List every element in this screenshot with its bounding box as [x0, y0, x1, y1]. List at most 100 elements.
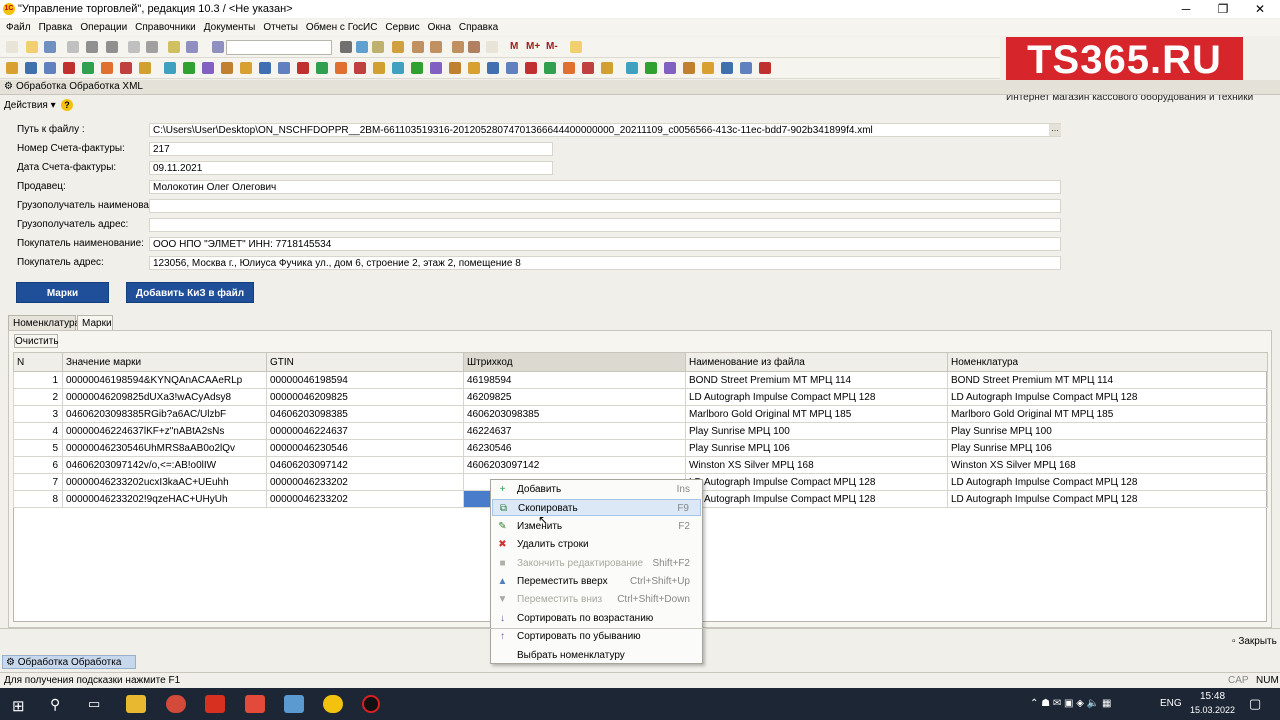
table-cell[interactable]: BOND Street Premium MT МРЦ 114 [947, 371, 1268, 389]
toolbar-button-icon[interactable] [44, 62, 56, 74]
toolbar-button-icon[interactable] [67, 41, 79, 53]
toolbar-button-icon[interactable] [106, 41, 118, 53]
toolbar-button-icon[interactable] [740, 62, 752, 74]
toolbar-button-icon[interactable] [120, 62, 132, 74]
toolbar-button-icon[interactable] [582, 62, 594, 74]
toolbar-button-icon[interactable] [506, 62, 518, 74]
menu-item[interactable]: Сервис [385, 19, 419, 36]
menu-item[interactable]: Справочники [135, 19, 196, 36]
context-menu-item[interactable]: + Добавить Ins [492, 481, 701, 498]
memory-mplus-button[interactable]: M+ [526, 41, 540, 52]
table-row[interactable]: 2 00000046209825dUXa3!wACyAdsy8 0000004620… [13, 388, 1268, 406]
field-input[interactable]: 09.11.2021 [149, 161, 553, 175]
menu-item[interactable]: Справка [459, 19, 498, 36]
field-input[interactable] [149, 199, 1061, 213]
toolbar-button-icon[interactable] [44, 41, 56, 53]
table-cell[interactable]: LD Autograph Impulse Compact МРЦ 128 [685, 490, 948, 508]
toolbar-button-icon[interactable] [168, 41, 180, 53]
table-cell[interactable]: LD Autograph Impulse Compact МРЦ 128 [947, 388, 1268, 406]
toolbar-button-icon[interactable] [372, 41, 384, 53]
windows-start-icon[interactable]: ⊞ [12, 697, 25, 715]
toolbar-button-icon[interactable] [683, 62, 695, 74]
toolbar-button-icon[interactable] [25, 62, 37, 74]
toolbar-button-icon[interactable] [164, 62, 176, 74]
toolbar-button-icon[interactable] [259, 62, 271, 74]
toolbar-button-icon[interactable] [544, 62, 556, 74]
toolbar-button-icon[interactable] [101, 62, 113, 74]
toolbar-button-icon[interactable] [412, 41, 424, 53]
toolbar-button-icon[interactable] [146, 41, 158, 53]
toolbar-button-icon[interactable] [721, 62, 733, 74]
tray-icons[interactable]: ⌃ ☗ ✉ ▣ ◈ 🔈 ▦ [1030, 698, 1111, 709]
toolbar-button-icon[interactable] [664, 62, 676, 74]
table-cell[interactable]: LD Autograph Impulse Compact МРЦ 128 [685, 388, 948, 406]
tray-language[interactable]: ENG [1160, 698, 1182, 709]
table-cell[interactable]: 00000046230546 [266, 439, 464, 457]
menu-item[interactable]: Операции [80, 19, 127, 36]
table-cell[interactable]: BOND Street Premium MT МРЦ 114 [685, 371, 948, 389]
context-menu-item[interactable]: Выбрать номенклатуру [492, 647, 701, 664]
toolbar-button-icon[interactable] [240, 62, 252, 74]
field-input[interactable]: 123056, Москва г., Юлиуса Фучика ул., до… [149, 256, 1061, 270]
table-cell[interactable]: 04606203097142 [266, 456, 464, 474]
memory-m-button[interactable]: M [510, 41, 518, 52]
context-menu-item[interactable]: ▲ Переместить вверх Ctrl+Shift+Up [492, 573, 701, 590]
toolbar-button-icon[interactable] [278, 62, 290, 74]
context-menu-item[interactable]: ↑ Сортировать по убыванию [492, 628, 701, 645]
toolbar-button-icon[interactable] [82, 62, 94, 74]
toolbar-button-icon[interactable] [186, 41, 198, 53]
toolbar-button-icon[interactable] [202, 62, 214, 74]
table-cell[interactable]: 00000046198594&KYNQAnACAAeRLp [62, 371, 267, 389]
table-cell[interactable]: Play Sunrise МРЦ 106 [947, 439, 1268, 457]
column-header[interactable]: Штрихкод [463, 352, 686, 372]
toolbar-button-icon[interactable] [430, 41, 442, 53]
menu-item[interactable]: Обмен с ГосИС [306, 19, 378, 36]
toolbar-button-icon[interactable] [356, 41, 368, 53]
maximize-button[interactable]: ❐ [1205, 0, 1241, 18]
column-header[interactable]: N [13, 352, 63, 372]
toolbar-button-icon[interactable] [6, 62, 18, 74]
close-form-button[interactable]: ▫ Закрыть [1232, 636, 1277, 647]
toolbar-button-icon[interactable] [430, 62, 442, 74]
tab-marks[interactable]: Марки [77, 315, 113, 330]
table-cell[interactable]: 00000046209825 [266, 388, 464, 406]
tray-time[interactable]: 15:48 [1200, 691, 1225, 702]
table-cell[interactable]: LD Autograph Impulse Compact МРЦ 128 [947, 473, 1268, 491]
toolbar-button-icon[interactable] [601, 62, 613, 74]
search-icon[interactable]: ⚲ [50, 696, 60, 713]
table-cell[interactable]: Marlboro Gold Original MT МРЦ 185 [947, 405, 1268, 423]
toolbar-button-icon[interactable] [570, 41, 582, 53]
field-input[interactable]: 217 [149, 142, 553, 156]
recorder-icon[interactable] [362, 695, 380, 713]
column-header[interactable]: Значение марки [62, 352, 267, 372]
toolbar-button-icon[interactable] [759, 62, 771, 74]
chrome-icon[interactable] [166, 695, 186, 713]
toolbar-search-input[interactable] [226, 40, 332, 55]
toolbar-button-icon[interactable] [525, 62, 537, 74]
toolbar-button-icon[interactable] [63, 62, 75, 74]
table-cell[interactable]: 7 [13, 473, 63, 491]
help-icon[interactable]: ? [61, 99, 73, 111]
table-row[interactable]: 4 00000046224637lKF+z"nABtA2sNs 0000004622… [13, 422, 1268, 440]
table-cell[interactable]: 00000046233202!9qzeHAC+UHyUh [62, 490, 267, 508]
anydesk-icon[interactable] [245, 695, 265, 713]
toolbar-button-icon[interactable] [645, 62, 657, 74]
notes-icon[interactable] [284, 695, 304, 713]
context-menu-item[interactable]: ↓ Сортировать по возрастанию [492, 610, 701, 627]
toolbar-button-icon[interactable] [702, 62, 714, 74]
table-row[interactable]: 6 04606203097142v/o,<=:AB!o0lIW 0460620309… [13, 456, 1268, 474]
column-header[interactable]: Наименование из файла [685, 352, 948, 372]
toolbar-button-icon[interactable] [221, 62, 233, 74]
table-cell[interactable]: 3 [13, 405, 63, 423]
explorer-icon[interactable] [126, 695, 146, 713]
table-cell[interactable]: Winston XS Silver МРЦ 168 [947, 456, 1268, 474]
toolbar-button-icon[interactable] [183, 62, 195, 74]
table-cell[interactable]: 00000046224637lKF+z"nABtA2sNs [62, 422, 267, 440]
field-input[interactable]: Молокотин Олег Олегович [149, 180, 1061, 194]
table-cell[interactable]: 46230546 [463, 439, 686, 457]
task-view-icon[interactable]: ▭ [88, 696, 100, 712]
menu-item[interactable]: Правка [39, 19, 73, 36]
context-menu-item[interactable]: ⧉ Скопировать F9 [492, 499, 701, 517]
toolbar-button-icon[interactable] [486, 41, 498, 53]
toolbar-button-icon[interactable] [297, 62, 309, 74]
